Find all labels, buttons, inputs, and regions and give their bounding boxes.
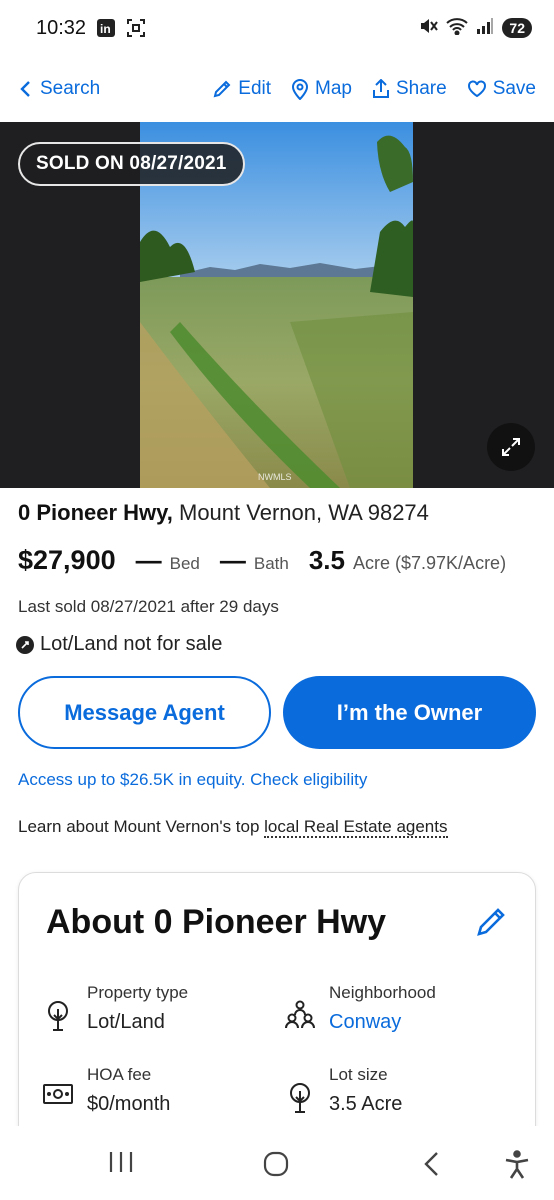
beds-value: —	[135, 545, 162, 575]
system-nav-bar	[0, 1126, 554, 1200]
listing-address: 0 Pioneer Hwy, Mount Vernon, WA 98274	[18, 500, 429, 526]
battery-icon: 72	[502, 18, 532, 38]
photo-watermark: NWMLS	[258, 472, 292, 482]
share-label: Share	[395, 78, 447, 99]
fact-value: $0/month	[87, 1093, 171, 1115]
fact-neighborhood: Neighborhood Conway	[283, 983, 436, 1034]
home-icon	[263, 1151, 289, 1177]
status-time: 10:32	[36, 16, 87, 39]
money-icon	[41, 1065, 75, 1116]
back-label: Search	[40, 78, 101, 99]
message-agent-button[interactable]: Message Agent	[18, 676, 271, 749]
price: $27,900	[18, 545, 116, 575]
fact-value: Lot/Land	[87, 1011, 165, 1033]
save-label: Save	[492, 78, 536, 99]
svg-text:in: in	[100, 22, 111, 36]
accessibility-button[interactable]	[503, 1150, 531, 1180]
save-button[interactable]: Save	[467, 78, 536, 100]
edit-label: Edit	[238, 78, 272, 99]
linkedin-icon: in	[96, 18, 116, 38]
expand-photo-button[interactable]	[487, 423, 535, 471]
wifi-icon	[446, 17, 469, 40]
map-label: Map	[315, 78, 352, 99]
back-nav-button[interactable]	[421, 1150, 441, 1178]
map-pin-icon	[292, 79, 309, 100]
expand-icon	[502, 438, 520, 456]
heart-icon	[467, 80, 486, 98]
owner-button[interactable]: I’m the Owner	[283, 676, 536, 749]
back-button[interactable]: Search	[18, 78, 100, 100]
city-state-zip: Mount Vernon, WA 98274	[179, 500, 429, 525]
fact-property-type: Property type Lot/Land	[41, 983, 188, 1034]
chevron-left-icon	[20, 81, 30, 97]
status-text: Lot/Land not for sale	[40, 633, 223, 655]
local-agents-link[interactable]: local Real Estate agents	[264, 817, 448, 838]
accessibility-icon	[505, 1150, 529, 1179]
about-title: About 0 Pioneer Hwy	[46, 903, 387, 941]
pencil-icon	[213, 80, 231, 98]
sold-badge: SOLD ON 08/27/2021	[18, 142, 245, 186]
map-button[interactable]: Map	[291, 78, 352, 100]
status-bar: 10:32 in 72	[0, 0, 554, 56]
fact-hoa-fee: HOA fee $0/month	[41, 1065, 170, 1116]
home-button[interactable]	[262, 1150, 290, 1178]
share-button[interactable]: Share	[372, 78, 447, 100]
tree-icon	[41, 983, 75, 1034]
recent-apps-icon	[109, 1152, 133, 1172]
lot-value: 3.5	[308, 545, 345, 575]
equity-link[interactable]: Access up to $26.5K in equity. Check eli…	[18, 770, 367, 790]
signal-icon	[476, 17, 494, 40]
tree-icon	[283, 1065, 317, 1116]
baths-label: Bath	[253, 554, 289, 573]
fact-value: 3.5 Acre	[329, 1093, 403, 1115]
price-row: $27,900 — Bed — Bath 3.5 Acre ($7.97K/Ac…	[18, 545, 538, 576]
people-icon	[283, 983, 317, 1034]
screenshot-icon	[126, 18, 146, 38]
fact-label: HOA fee	[87, 1065, 152, 1084]
fact-label: Neighborhood	[329, 983, 436, 1002]
share-icon	[372, 79, 389, 98]
lot-label: Acre ($7.97K/Acre)	[353, 553, 507, 573]
baths-value: —	[219, 545, 246, 575]
listing-status: Lot/Land not for sale	[16, 633, 222, 656]
fact-label: Property type	[87, 983, 189, 1002]
neighborhood-link[interactable]: Conway	[329, 1011, 436, 1034]
recent-apps-button[interactable]	[108, 1150, 134, 1174]
learn-agents-text: Learn about Mount Vernon's top local Rea…	[18, 817, 448, 838]
street-address: 0 Pioneer Hwy,	[18, 500, 173, 525]
photo-carousel[interactable]: NWMLS SOLD ON 08/27/2021	[0, 122, 554, 488]
mute-icon	[418, 16, 439, 41]
about-edit-button[interactable]	[474, 905, 508, 944]
fact-label: Lot size	[329, 1065, 388, 1084]
pencil-icon	[477, 908, 505, 936]
top-nav: Search Edit Map Share Save	[0, 56, 554, 122]
back-arrow-icon	[424, 1152, 438, 1176]
fact-lot-size: Lot size 3.5 Acre	[283, 1065, 402, 1116]
edit-button[interactable]: Edit	[212, 78, 271, 100]
learn-prefix: Learn about Mount Vernon's top	[18, 817, 265, 836]
status-icon	[16, 635, 34, 654]
last-sold-text: Last sold 08/27/2021 after 29 days	[18, 597, 279, 616]
beds-label: Bed	[169, 554, 200, 573]
